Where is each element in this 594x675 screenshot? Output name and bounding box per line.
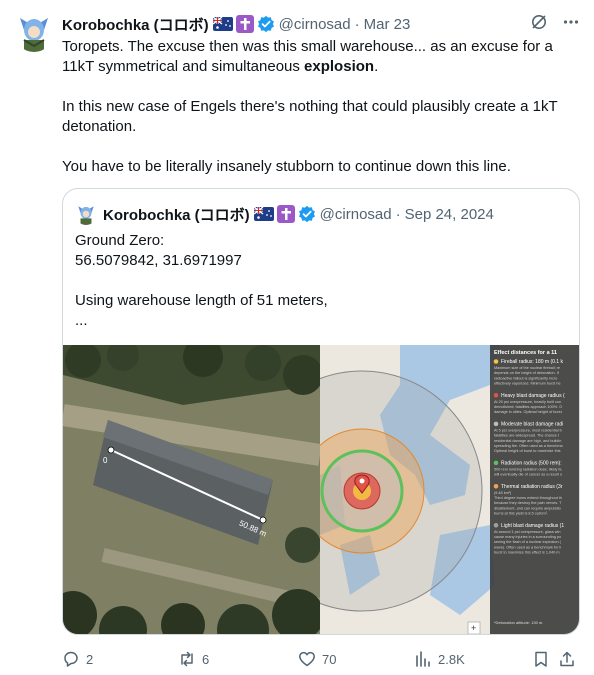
effect-description-line: damage in cities. Optimal height of burs…: [494, 410, 563, 414]
effect-label: Radiation radius (500 rem):: [501, 460, 562, 466]
effect-description-line: effectively vaporized. Minimum burst he: [494, 382, 561, 386]
author-handle[interactable]: @cirnosad: [279, 16, 351, 33]
reply-count: 2: [86, 651, 94, 667]
tweet-paragraph: Toropets. The excuse then was this small…: [62, 38, 553, 75]
effect-description-line: depends on the height of detonation. If: [494, 371, 560, 375]
share-icon: [560, 651, 574, 667]
effect-description-line: cause many injuries in a surrounding po: [494, 535, 561, 539]
like-count: 70: [322, 651, 337, 667]
effect-description-line: seeing the flash of a nuclear explosion …: [494, 540, 562, 544]
like-button[interactable]: 70: [298, 650, 336, 668]
quoted-line: 56.5079842, 31.6971997: [75, 252, 242, 269]
quoted-author-handle: @cirnosad: [319, 205, 392, 223]
latin-cross-icon: [235, 15, 254, 33]
effect-description-line: 500 rem ionizing radiation dose; likely …: [494, 467, 562, 471]
tweet-body: Toropets. The excuse then was this small…: [62, 37, 574, 177]
effect-description-line: because they destroy the pain nerves. T: [494, 501, 562, 505]
bookmark-icon: [535, 651, 547, 667]
more-options-icon[interactable]: [562, 13, 580, 35]
effect-label: Light blast damage radius (1: [501, 523, 564, 529]
effect-description-line: wave). Often used as a benchmark for li: [494, 545, 561, 549]
separator-dot: ·: [354, 15, 360, 33]
satellite-image[interactable]: 0 50.88 m: [63, 337, 324, 634]
views-button[interactable]: 2.8K: [414, 650, 465, 668]
quoted-line: Using warehouse length of 51 meters,: [75, 292, 328, 309]
effect-description-line: Optimal height of burst to maximize this: [494, 449, 561, 453]
quoted-tweet-header: Korobochka (コロボ) @cirnosad · Sep 24, 202…: [75, 203, 494, 225]
verified-badge-icon[interactable]: [257, 15, 275, 33]
australia-flag-icon: [253, 206, 274, 221]
tweet-header: Korobochka (コロボ) @cirnosad · Mar 23: [62, 13, 580, 35]
effect-description-line: At 20 psi overpressure, heavily built co…: [494, 400, 561, 404]
effect-color-dot[interactable]: [493, 359, 499, 364]
tweet-paragraph: In this new case of Engels there's nothi…: [62, 98, 558, 135]
effect-description-line: demolished; fatalities approach 100%. O: [494, 405, 562, 409]
repost-button[interactable]: 6: [178, 650, 209, 668]
effect-label: Fireball radius: 180 m (0.1 k: [501, 359, 563, 365]
tweet-date[interactable]: Mar 23: [364, 16, 411, 33]
reply-icon: [64, 651, 78, 667]
effect-description-line: Third degree burns extend throughout th: [494, 496, 562, 500]
tweet-paragraph: You have to be literally insanely stubbo…: [62, 158, 511, 175]
effect-description-line: At around 1 psi overpressure, glass win: [494, 530, 560, 534]
quoted-author-avatar: [75, 203, 97, 225]
effect-description-line: will eventually die of cancer as a resul…: [494, 473, 562, 477]
effect-description-line: radioactive fallout is significantly inc…: [494, 376, 557, 380]
effect-color-dot[interactable]: [493, 393, 499, 398]
quoted-line-blank: [75, 271, 565, 291]
quoted-author-name: Korobochka (コロボ): [103, 206, 250, 224]
quoted-line: Ground Zero:: [75, 232, 165, 249]
effect-description-line: burns at this yield is 8.5 cal/cm².: [494, 512, 548, 516]
effect-description-line: fatalities are widespread. The chance t: [494, 434, 560, 438]
analytics-icon: [416, 651, 430, 667]
effect-description-line: burst to maximize this effect is 1,040 m: [494, 551, 560, 555]
verified-badge-icon: [298, 205, 316, 223]
quoted-tweet-date: Sep 24, 2024: [404, 205, 494, 223]
author-avatar[interactable]: [14, 12, 54, 52]
share-button[interactable]: [558, 650, 576, 668]
separator-dot: ·: [395, 205, 401, 223]
nukemap-image[interactable]: Effect distances for a 11 Fireball radiu…: [241, 345, 579, 634]
reply-button[interactable]: 2: [62, 650, 93, 668]
bold-word: explosion: [304, 58, 375, 75]
latin-cross-icon: [276, 205, 295, 223]
tweet-action-bar: 2 6 70 2.8K: [62, 648, 580, 670]
quoted-tweet[interactable]: Korobochka (コロボ) @cirnosad · Sep 24, 202…: [62, 188, 580, 635]
effect-description-line: disablement, and can require amputatio: [494, 506, 561, 510]
effect-label: Moderate blast damage radi: [501, 421, 563, 427]
repost-count: 6: [202, 651, 210, 667]
effect-color-dot[interactable]: [493, 484, 499, 489]
effect-color-dot[interactable]: [493, 421, 499, 427]
heart-icon: [299, 651, 315, 667]
effect-description-line: residential damage are high, and buildin: [494, 439, 561, 443]
quoted-media: 0 50.88 m Effect distances for a 11 Fire…: [63, 337, 579, 634]
effect-description-line: (9.48 km²): [494, 491, 512, 495]
author-name[interactable]: Korobochka (コロボ): [62, 14, 209, 35]
effect-color-dot[interactable]: [493, 523, 499, 528]
effect-color-dot[interactable]: [493, 460, 499, 466]
repost-icon: [181, 651, 193, 667]
grok-icon[interactable]: [530, 13, 548, 35]
effect-description-line: At 5 psi overpressure, most residential …: [494, 428, 562, 432]
measure-start-label: 0: [103, 456, 108, 465]
panel-footnote: *Detonation altitude: 130 m.: [494, 620, 543, 625]
zoom-in-label: +: [471, 623, 476, 633]
effect-description-line: spreading fire. Often used as a benchma: [494, 444, 563, 448]
australia-flag-icon: [212, 16, 233, 31]
effect-label: Thermal radiation radius (3r: [501, 484, 563, 490]
effect-description-line: Maximum size of the nuclear fireball; re: [494, 366, 560, 370]
bookmark-button[interactable]: [532, 650, 550, 668]
quoted-tweet-body: Ground Zero: 56.5079842, 31.6971997 Usin…: [75, 231, 565, 331]
quoted-line: ...: [75, 312, 88, 329]
view-count: 2.8K: [438, 651, 465, 667]
panel-title: Effect distances for a 11: [494, 350, 557, 356]
effect-label: Heavy blast damage radius (: [501, 393, 565, 399]
